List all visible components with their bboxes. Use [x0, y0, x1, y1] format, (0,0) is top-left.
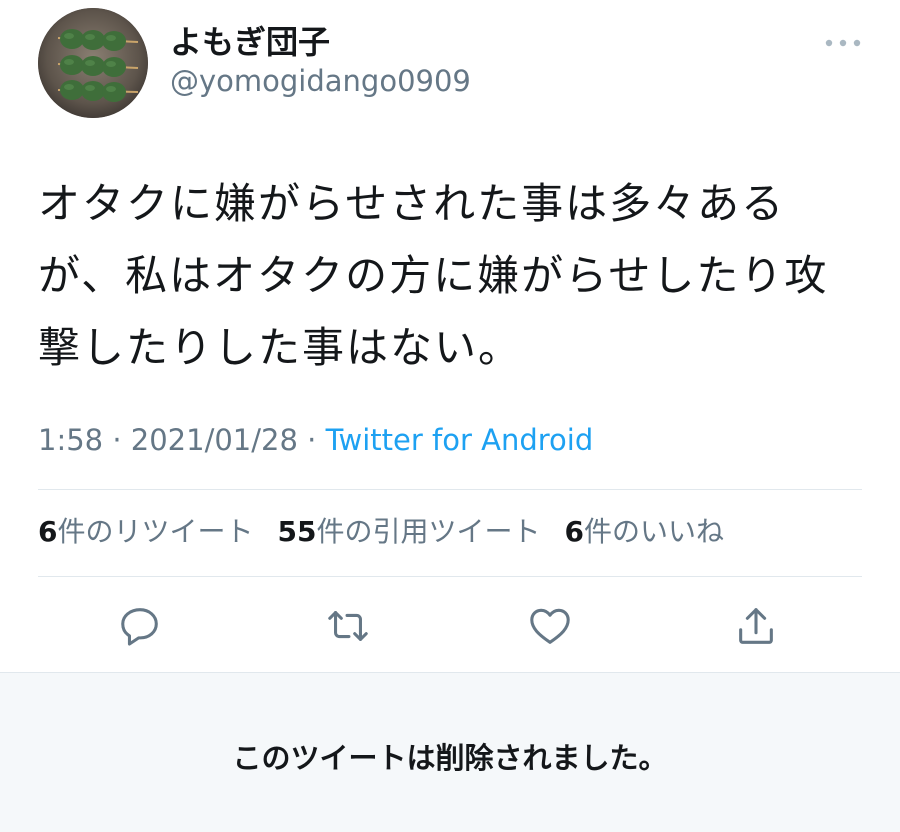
tweet-source-link[interactable]: Twitter for Android [326, 423, 594, 457]
like-button[interactable] [520, 596, 580, 656]
avatar[interactable] [38, 8, 148, 118]
retweets-stat[interactable]: 6件のリツイート [38, 512, 254, 552]
likes-label: 件のいいね [583, 515, 724, 548]
retweets-label: 件のリツイート [57, 515, 254, 548]
share-icon [739, 608, 773, 644]
retweets-count: 6 [38, 515, 58, 548]
heart-icon [530, 608, 570, 644]
tweet-time[interactable]: 1:58 [38, 423, 103, 457]
quotes-label: 件の引用ツイート [316, 515, 541, 548]
quote-tweets-stat[interactable]: 55件の引用ツイート [278, 512, 541, 552]
meta-separator: · [103, 423, 131, 457]
user-display-name[interactable]: よもぎ団子 [170, 22, 330, 62]
reply-button[interactable] [110, 596, 170, 656]
avatar-image-icon [38, 8, 148, 118]
tweet-text: オタクに嫌がらせされた事は多々ある が、私はオタクの方に嫌がらせしたり攻 撃した… [38, 179, 829, 372]
retweet-icon [328, 611, 368, 641]
likes-count: 6 [564, 515, 584, 548]
tweet-stats: 6件のリツイート 55件の引用ツイート 6件のいいね [38, 512, 724, 552]
quotes-count: 55 [277, 515, 317, 548]
more-options-button[interactable] [818, 28, 868, 58]
retweet-button[interactable] [318, 596, 378, 656]
tweet-date[interactable]: 2021/01/28 [131, 423, 298, 457]
tweet-meta: 1:58 · 2021/01/28 · Twitter for Android [38, 420, 593, 460]
tweet-card: よもぎ団子 @yomogidango0909 オタクに嫌がらせされた事は多々ある… [0, 0, 900, 672]
more-dots-icon [825, 39, 861, 47]
likes-stat[interactable]: 6件のいいね [564, 512, 724, 552]
divider [38, 489, 862, 490]
tweet-actions-bar [0, 596, 900, 656]
divider [38, 576, 862, 577]
reply-icon [121, 608, 158, 646]
user-handle[interactable]: @yomogidango0909 [170, 62, 471, 100]
deleted-notice-text: このツイートは削除されました。 [232, 741, 668, 775]
share-button[interactable] [726, 596, 786, 656]
meta-separator: · [297, 423, 326, 457]
